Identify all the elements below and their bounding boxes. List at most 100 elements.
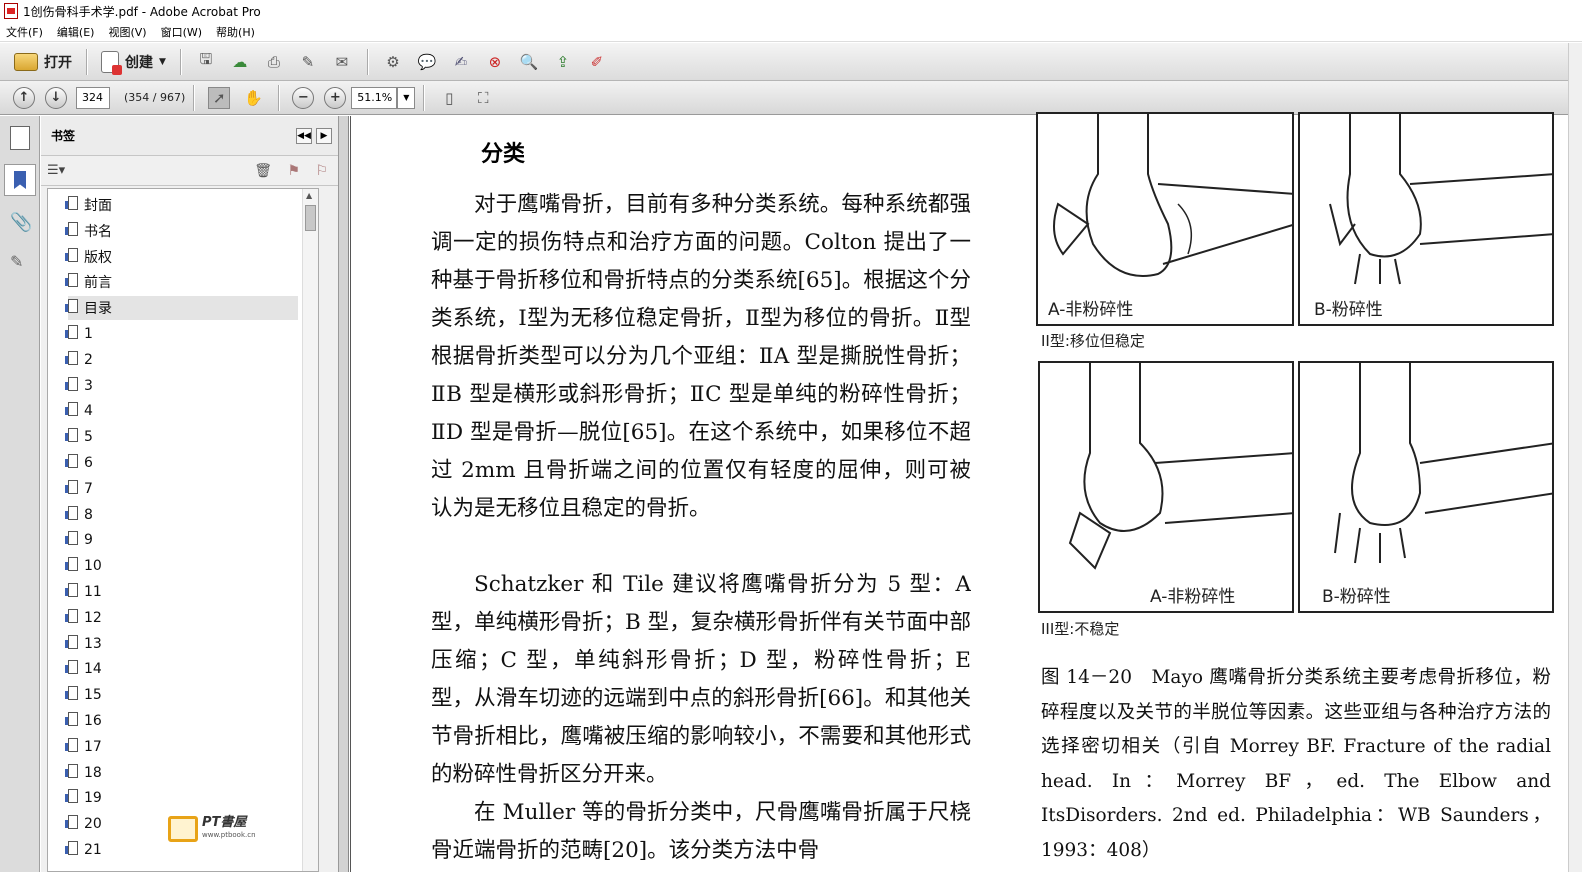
toolbar-separator: [86, 48, 87, 75]
trash-icon[interactable]: 🗑: [254, 163, 272, 179]
menu-view[interactable]: 视图(V): [108, 24, 146, 40]
bookmark-page-icon: [65, 712, 78, 726]
save-icon[interactable]: 🖫: [195, 50, 217, 73]
bookmark-item[interactable]: 14: [65, 657, 298, 681]
bookmark-label: 21: [84, 842, 102, 858]
bookmark-item[interactable]: 封面: [65, 193, 298, 217]
comment-icon[interactable]: 💬: [416, 51, 438, 73]
zoom-out-button[interactable]: −: [292, 86, 315, 109]
bookmark-label: 12: [84, 609, 102, 626]
bookmark-item[interactable]: 3: [65, 374, 298, 398]
navigation-toolbar: ↑ ↓ 324 (354 / 967) ➚ ✋ − + 51.1% ▼ ▯ ⛶: [0, 81, 1582, 115]
bookmark-item[interactable]: 10: [65, 554, 298, 578]
bookmark-page-icon: [65, 763, 78, 778]
next-page-button[interactable]: ↓: [45, 86, 67, 109]
bookmark-item[interactable]: 5: [65, 425, 298, 449]
bookmark-label: 8: [84, 506, 93, 523]
bookmark-item[interactable]: 8: [65, 503, 298, 527]
options-menu-icon[interactable]: ☰▾: [47, 163, 65, 178]
bookmark-page-icon: [65, 634, 78, 649]
toolbar-separator: [179, 48, 181, 75]
bookmark-page-icon: [65, 737, 78, 752]
figure-type2-a: A-非粉碎性: [1036, 112, 1294, 326]
figure-type3-a: A-非粉碎性: [1038, 361, 1294, 613]
page-thumbnails-icon[interactable]: [10, 126, 30, 150]
menu-edit[interactable]: 编辑(E): [57, 24, 95, 40]
bookmark-item[interactable]: 9: [65, 528, 298, 552]
bookmark-item[interactable]: 目录: [65, 296, 298, 321]
fit-page-icon[interactable]: ▯: [438, 87, 460, 109]
collapse-panel-icon[interactable]: ◀◀: [296, 128, 312, 144]
main-toolbar: 打开 创建 ▼ 🖫 ☁ ⎙ ✎ ✉ ⚙ 💬 ✍ ⊗ 🔍 ⇪ ✐: [0, 43, 1582, 81]
bookmark-label: 4: [84, 403, 93, 420]
export-icon[interactable]: ⇪: [552, 51, 574, 73]
book-logo-icon: [168, 816, 198, 842]
bookmark-item[interactable]: 前言: [65, 270, 298, 294]
bookmark-item[interactable]: 书名: [65, 219, 298, 243]
form-icon[interactable]: ✐: [586, 51, 608, 73]
bookmark-item[interactable]: 17: [65, 735, 298, 759]
bookmark-item[interactable]: 15: [65, 683, 298, 707]
bookmark-label: 前言: [84, 275, 112, 292]
print-icon[interactable]: ⎙: [263, 51, 285, 73]
bookmark-label: 9: [84, 532, 93, 549]
gear-icon[interactable]: ⚙: [382, 51, 404, 73]
paragraph-3: 在 Muller 等的骨折分类中，尺骨鹰嘴骨折属于尺桡骨近端骨折的范畴[20]。…: [431, 800, 971, 863]
sign-icon[interactable]: ✍: [450, 51, 472, 73]
select-tool-icon[interactable]: ➚: [208, 86, 231, 109]
open-button[interactable]: 打开: [8, 48, 78, 76]
paragraph-1: 对于鹰嘴骨折，目前有多种分类系统。每种系统都强调一定的损伤特点和治疗方面的问题。…: [431, 192, 971, 521]
menu-window[interactable]: 窗口(W): [161, 24, 202, 40]
page-number-input[interactable]: 324: [76, 86, 110, 109]
document-scrollbar[interactable]: [1568, 43, 1582, 872]
bookmark-item[interactable]: 18: [65, 761, 298, 785]
cloud-upload-icon[interactable]: ☁: [229, 51, 251, 73]
bookmark-item[interactable]: 11: [65, 580, 298, 604]
title-bar: 1创伤骨科手术学.pdf - Adobe Acrobat Pro: [0, 0, 1582, 22]
bookmark-item[interactable]: 版权: [65, 245, 298, 269]
bookmark-page-icon: [65, 815, 78, 830]
previous-page-button[interactable]: ↑: [13, 86, 35, 109]
expand-bookmark-icon[interactable]: ⚐: [315, 163, 328, 179]
panel-header: 书签 ◀◀ ▶: [41, 116, 338, 156]
menu-file[interactable]: 文件(F): [6, 24, 43, 40]
bookmark-scrollbar[interactable]: ▲: [302, 189, 318, 871]
attachment-icon[interactable]: 📎: [10, 212, 32, 233]
bookmark-item[interactable]: 2: [65, 348, 298, 372]
elbow-illustration: [1068, 363, 1292, 570]
bookmark-label: 17: [84, 738, 102, 755]
zoom-in-button[interactable]: +: [324, 86, 347, 109]
bookmark-item[interactable]: 12: [65, 606, 298, 630]
bookmark-item[interactable]: 19: [65, 786, 298, 810]
bookmark-page-icon: [65, 428, 78, 443]
bookmarks-panel-button[interactable]: [4, 164, 36, 196]
create-button[interactable]: 创建 ▼: [95, 48, 172, 76]
bookmark-item[interactable]: 4: [65, 399, 298, 423]
figure-label: A-非粉碎性: [1150, 587, 1236, 607]
zoom-input[interactable]: 51.1%: [351, 86, 398, 109]
new-bookmark-icon[interactable]: ⚑: [287, 163, 300, 179]
email-icon[interactable]: ✉: [331, 51, 353, 73]
menu-help[interactable]: 帮助(H): [216, 24, 255, 40]
full-screen-icon[interactable]: ⛶: [472, 87, 494, 109]
scrollbar-thumb[interactable]: [305, 205, 316, 231]
zoom-dropdown-icon[interactable]: ▼: [397, 86, 416, 109]
bookmark-item[interactable]: 1: [65, 322, 298, 346]
hand-tool-icon[interactable]: ✋: [242, 87, 264, 109]
edit-document-icon[interactable]: ✎: [297, 51, 319, 73]
section-heading: 分类: [481, 141, 526, 167]
bookmark-item[interactable]: 7: [65, 477, 298, 501]
pane-splitter[interactable]: [339, 116, 349, 872]
folder-icon: [14, 52, 38, 71]
bookmark-item[interactable]: 13: [65, 632, 298, 656]
bookmark-item[interactable]: 6: [65, 451, 298, 475]
signature-panel-icon[interactable]: ✎: [10, 252, 23, 271]
bookmark-label: 7: [84, 480, 93, 497]
bookmark-item[interactable]: 16: [65, 709, 298, 733]
window-title: 1创伤骨科手术学.pdf - Adobe Acrobat Pro: [23, 4, 261, 19]
watermark-text: PT書屋: [202, 815, 247, 830]
expand-panel-icon[interactable]: ▶: [316, 128, 332, 144]
delete-page-icon[interactable]: ⊗: [484, 51, 506, 73]
find-icon[interactable]: 🔍: [518, 51, 540, 73]
bookmark-label: 5: [84, 429, 93, 446]
